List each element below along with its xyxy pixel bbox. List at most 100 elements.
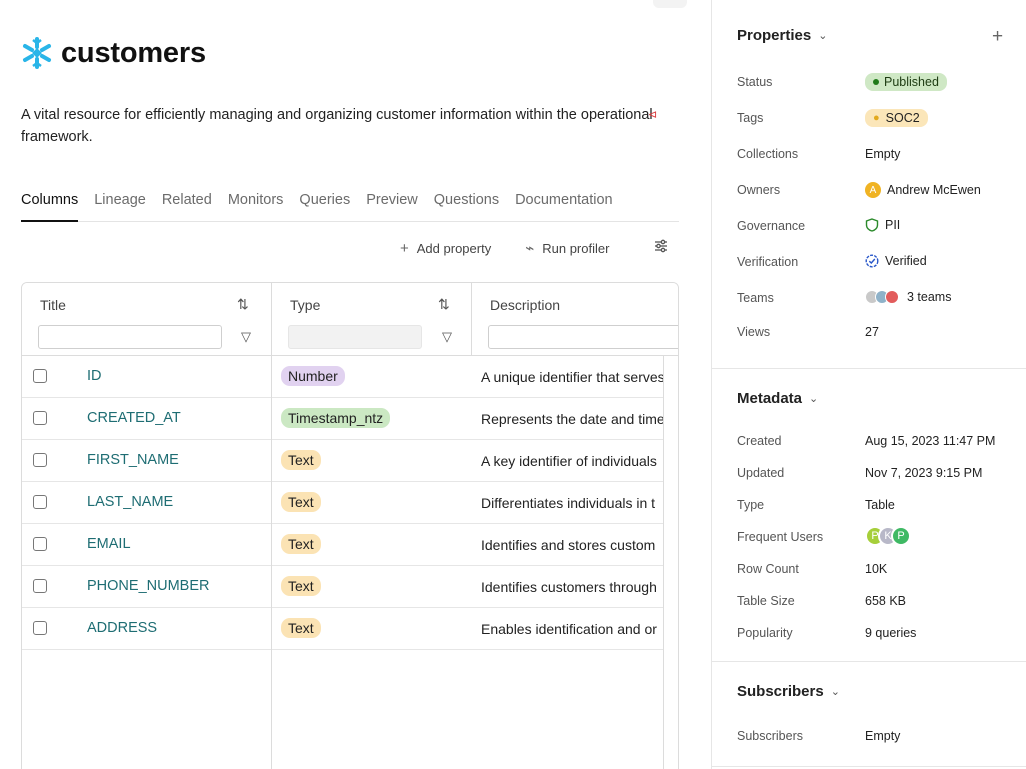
popularity-value[interactable]: 9 queries: [865, 626, 916, 640]
column-description[interactable]: A key identifier of individuals: [481, 453, 663, 469]
tags-value[interactable]: ● SOC2: [865, 109, 928, 127]
column-description[interactable]: Identifies customers through: [481, 579, 663, 595]
avatar: A: [865, 182, 881, 198]
table-row[interactable]: PHONE_NUMBER Text Identifies customers thr…: [22, 566, 663, 608]
snowflake-icon: [23, 37, 51, 69]
created-label: Created: [737, 434, 782, 448]
column-description[interactable]: Identifies and stores custom: [481, 537, 663, 553]
table-row[interactable]: ID Number A unique identifier that serves: [22, 356, 663, 398]
filter-icon[interactable]: ▽: [241, 329, 251, 345]
ai-edit-icon[interactable]: ⊲: [648, 108, 657, 121]
column-name-link[interactable]: EMAIL: [87, 536, 131, 552]
subscribers-value[interactable]: Empty: [865, 729, 900, 743]
frequent-users-value[interactable]: P K P: [865, 526, 911, 546]
views-label: Views: [737, 325, 771, 339]
tags-label: Tags: [737, 111, 764, 125]
tag-text: SOC2: [885, 111, 920, 125]
column-header-type: Type ⇅ ▽: [272, 283, 472, 355]
row-checkbox[interactable]: [33, 369, 47, 383]
properties-section-toggle[interactable]: Properties ⌄: [737, 27, 827, 44]
governance-value[interactable]: PII: [865, 218, 900, 232]
metadata-section-toggle[interactable]: Metadata ⌄: [737, 390, 818, 407]
status-value[interactable]: Published: [865, 73, 947, 91]
tab-queries[interactable]: Queries: [299, 190, 350, 221]
add-property-button[interactable]: + Add property: [400, 240, 491, 257]
vertical-scrollbar[interactable]: [663, 356, 678, 769]
column-divider: [271, 283, 272, 769]
row-count-value: 10K: [865, 562, 888, 576]
owners-value[interactable]: A Andrew McEwen: [865, 182, 981, 198]
row-checkbox[interactable]: [33, 579, 47, 593]
tab-preview[interactable]: Preview: [366, 190, 418, 221]
collections-label: Collections: [737, 147, 799, 161]
table-row[interactable]: LAST_NAME Text Differentiates individuals …: [22, 482, 663, 524]
properties-title: Properties: [737, 27, 812, 44]
row-checkbox[interactable]: [33, 453, 47, 467]
header-title-label: Title: [40, 297, 66, 313]
top-button-stub[interactable]: [653, 0, 687, 8]
tab-documentation[interactable]: Documentation: [515, 190, 613, 221]
tab-columns[interactable]: Columns: [21, 190, 79, 222]
column-name-link[interactable]: ADDRESS: [87, 620, 157, 636]
created-value: Aug 15, 2023 11:47 PM: [865, 434, 996, 448]
table-toolbar: + Add property ⌁ Run profiler: [400, 239, 667, 257]
status-label: Status: [737, 75, 773, 89]
row-checkbox[interactable]: [33, 495, 47, 509]
subscribers-section-toggle[interactable]: Subscribers ⌄: [737, 683, 840, 700]
type-filter-input[interactable]: [288, 325, 422, 349]
collections-value[interactable]: Empty: [865, 147, 900, 161]
description-filter-input[interactable]: [488, 325, 678, 349]
teams-value[interactable]: 3 teams: [865, 290, 951, 304]
type-badge: Number: [281, 366, 345, 386]
add-property-plus-icon[interactable]: +: [992, 26, 1003, 48]
table-row[interactable]: EMAIL Text Identifies and stores custom: [22, 524, 663, 566]
run-profiler-label: Run profiler: [542, 240, 610, 256]
tab-monitors[interactable]: Monitors: [228, 190, 284, 221]
chevron-down-icon: ⌄: [818, 30, 828, 42]
column-name-link[interactable]: LAST_NAME: [87, 494, 173, 510]
column-description[interactable]: Enables identification and or: [481, 621, 663, 637]
pulse-icon: ⌁: [525, 240, 535, 257]
frequent-users-label: Frequent Users: [737, 530, 824, 544]
asset-header: customers: [21, 36, 206, 70]
governance-label: Governance: [737, 219, 806, 233]
column-description[interactable]: A unique identifier that serves: [481, 369, 663, 385]
row-checkbox[interactable]: [33, 621, 47, 635]
user-avatars: P K P: [865, 526, 911, 546]
column-name-link[interactable]: FIRST_NAME: [87, 452, 179, 468]
column-settings-button[interactable]: [654, 239, 668, 253]
divider: [712, 766, 1026, 767]
type-badge: Text: [281, 492, 321, 512]
tab-questions[interactable]: Questions: [434, 190, 499, 221]
column-description[interactable]: Represents the date and time: [481, 411, 663, 427]
divider: [712, 368, 1026, 369]
title-filter-input[interactable]: [38, 325, 222, 349]
verification-value[interactable]: Verified: [865, 254, 927, 268]
chevron-down-icon: ⌄: [830, 686, 840, 698]
type-value: Table: [865, 498, 895, 512]
row-checkbox[interactable]: [33, 411, 47, 425]
table-row[interactable]: ADDRESS Text Enables identification and or: [22, 608, 663, 650]
metadata-title: Metadata: [737, 390, 803, 407]
pin-icon: [885, 290, 899, 304]
row-checkbox[interactable]: [33, 537, 47, 551]
owner-name: Andrew McEwen: [887, 183, 981, 197]
status-text: Published: [884, 75, 939, 89]
subscribers-label: Subscribers: [737, 729, 803, 743]
tab-related[interactable]: Related: [162, 190, 212, 221]
sort-icon[interactable]: ⇅: [237, 296, 249, 313]
column-name-link[interactable]: PHONE_NUMBER: [87, 578, 209, 594]
column-description[interactable]: Differentiates individuals in t: [481, 495, 663, 511]
column-name-link[interactable]: CREATED_AT: [87, 410, 181, 426]
sort-icon[interactable]: ⇅: [438, 296, 450, 313]
table-row[interactable]: FIRST_NAME Text A key identifier of indivi…: [22, 440, 663, 482]
tag-badge: ● SOC2: [865, 109, 928, 127]
table-row[interactable]: CREATED_AT Timestamp_ntz Represents the da…: [22, 398, 663, 440]
column-header-title: Title ⇅ ▽: [22, 283, 272, 355]
avatar[interactable]: P: [891, 526, 911, 546]
column-name-link[interactable]: ID: [87, 368, 102, 384]
run-profiler-button[interactable]: ⌁ Run profiler: [525, 239, 609, 257]
filter-icon[interactable]: ▽: [442, 329, 452, 345]
tab-lineage[interactable]: Lineage: [94, 190, 146, 221]
subscribers-title: Subscribers: [737, 683, 824, 700]
